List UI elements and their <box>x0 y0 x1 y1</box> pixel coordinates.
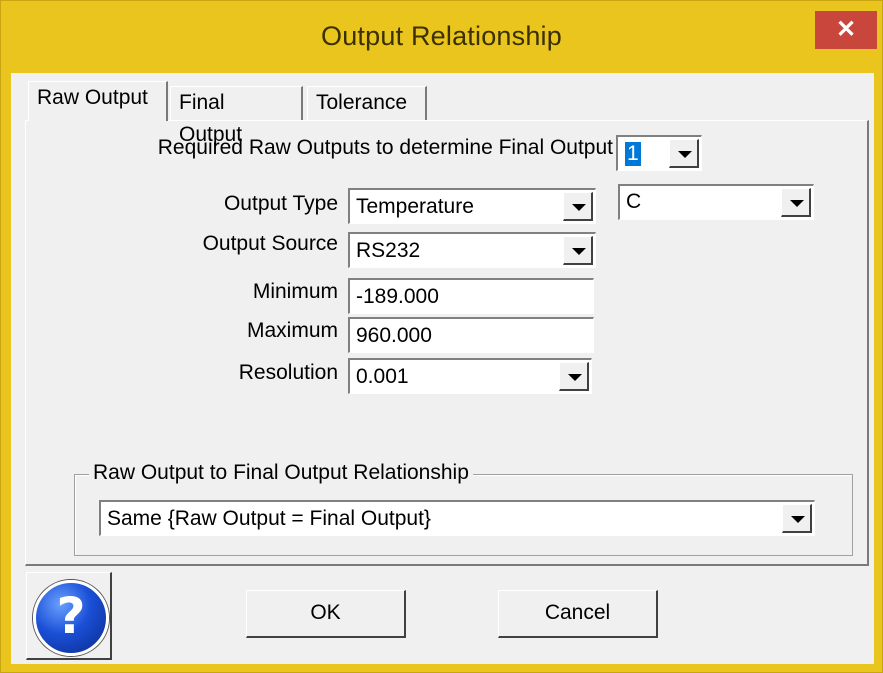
chevron-down-icon[interactable] <box>559 362 589 391</box>
chevron-down-icon[interactable] <box>782 504 812 533</box>
chevron-down-icon[interactable] <box>563 192 593 221</box>
close-icon: ✕ <box>835 16 857 43</box>
relationship-select[interactable]: Same {Raw Output = Final Output} <box>99 500 815 536</box>
required-outputs-label: Required Raw Outputs to determine Final … <box>157 136 613 159</box>
help-question-icon: ? <box>33 580 109 656</box>
help-button[interactable]: ? <box>26 572 112 660</box>
resolution-select[interactable]: 0.001 <box>348 358 592 394</box>
maximum-label: Maximum <box>246 319 338 342</box>
ok-label: OK <box>310 601 341 624</box>
required-outputs-value: 1 <box>625 142 641 166</box>
resolution-label: Resolution <box>238 361 338 384</box>
resolution-value: 0.001 <box>356 365 409 388</box>
title-bar[interactable]: Output Relationship ✕ <box>1 1 882 73</box>
maximum-value: 960.000 <box>356 324 432 347</box>
relationship-groupbox: Raw Output to Final Output Relationship … <box>74 461 853 556</box>
output-type-value: Temperature <box>356 195 474 218</box>
cancel-label: Cancel <box>544 601 611 624</box>
tab-raw-output[interactable]: Raw Output <box>28 81 168 121</box>
minimum-field[interactable]: -189.000 <box>348 278 594 314</box>
output-type-select[interactable]: Temperature <box>348 188 596 224</box>
tab-tolerance[interactable]: Tolerance <box>307 86 427 120</box>
window-title: Output Relationship <box>321 21 562 51</box>
output-source-label: Output Source <box>202 232 338 255</box>
required-outputs-select[interactable]: 1 <box>616 135 702 171</box>
output-source-value: RS232 <box>356 239 421 262</box>
ok-button[interactable]: OK <box>246 590 406 638</box>
dialog-window: Output Relationship ✕ Raw Output Final O… <box>0 0 883 673</box>
cancel-button[interactable]: Cancel <box>498 590 658 638</box>
unit-select[interactable]: C <box>618 184 814 220</box>
relationship-group-label: Raw Output to Final Output Relationship <box>89 461 473 485</box>
relationship-value: Same {Raw Output = Final Output} <box>107 507 431 530</box>
tab-final-output[interactable]: Final Output <box>170 86 303 146</box>
chevron-down-icon[interactable] <box>781 188 811 217</box>
output-type-label: Output Type <box>223 192 338 215</box>
minimum-value: -189.000 <box>356 285 439 308</box>
unit-value: C <box>626 190 642 213</box>
output-source-select[interactable]: RS232 <box>348 232 596 268</box>
close-button[interactable]: ✕ <box>815 11 877 49</box>
raw-output-panel: Required Raw Outputs to determine Final … <box>25 120 869 566</box>
maximum-field[interactable]: 960.000 <box>348 317 594 353</box>
chevron-down-icon[interactable] <box>563 236 593 265</box>
minimum-label: Minimum <box>252 280 338 303</box>
dialog-client: Raw Output Final Output Tolerance Requir… <box>11 73 874 664</box>
chevron-down-icon[interactable] <box>669 139 699 168</box>
